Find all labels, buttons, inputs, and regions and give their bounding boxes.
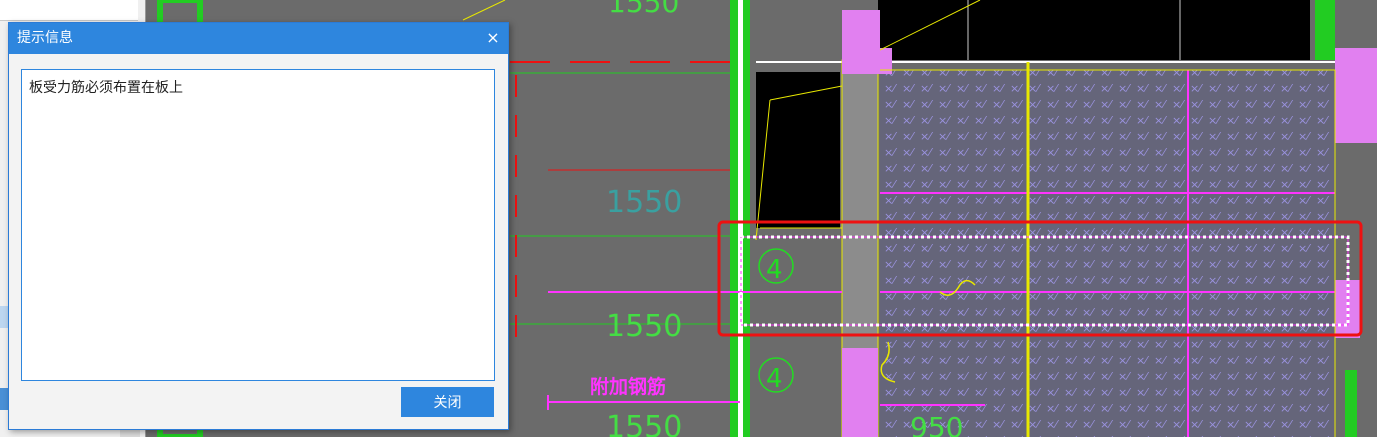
dialog-title: 提示信息 [17, 30, 73, 46]
wall-green-center-core [738, 0, 743, 437]
dimension-label-top: 1550 [608, 0, 679, 19]
left-panel-selected-row-2[interactable] [0, 388, 8, 410]
dimension-label-bottom: 1550 [606, 410, 682, 437]
wall-green-top-right [1315, 0, 1335, 60]
dialog-titlebar[interactable]: 提示信息 × [9, 23, 508, 54]
column-pink-bottom [842, 348, 878, 437]
left-panel-selected-row[interactable] [0, 306, 8, 328]
column-pink-right-top [1335, 48, 1377, 143]
axis-marker-label-2: 4 [766, 364, 783, 394]
void-area-top-right [878, 0, 1310, 60]
close-icon[interactable]: × [482, 27, 504, 49]
wall-green-bottom-right [1345, 370, 1357, 437]
dimension-label-lower: 1550 [606, 309, 682, 344]
slab-hatched-area [880, 70, 1335, 437]
info-dialog: 提示信息 × 板受力筋必须布置在板上 关闭 [8, 22, 509, 430]
close-button[interactable]: 关闭 [401, 387, 494, 417]
dimension-label-mid: 1550 [606, 185, 682, 220]
dialog-message: 板受力筋必须布置在板上 [29, 80, 183, 96]
void-area-left [756, 72, 840, 228]
dimension-label-950: 950 [910, 411, 963, 437]
left-panel-header [0, 0, 138, 21]
dialog-message-box: 板受力筋必须布置在板上 [21, 69, 495, 381]
cad-viewport[interactable]: ×⁄ [0, 0, 1377, 437]
left-panel-scrollbar[interactable] [120, 430, 140, 437]
axis-marker-label-1: 4 [766, 255, 783, 285]
annotation-additional-rebar: 附加钢筋 [590, 375, 666, 398]
